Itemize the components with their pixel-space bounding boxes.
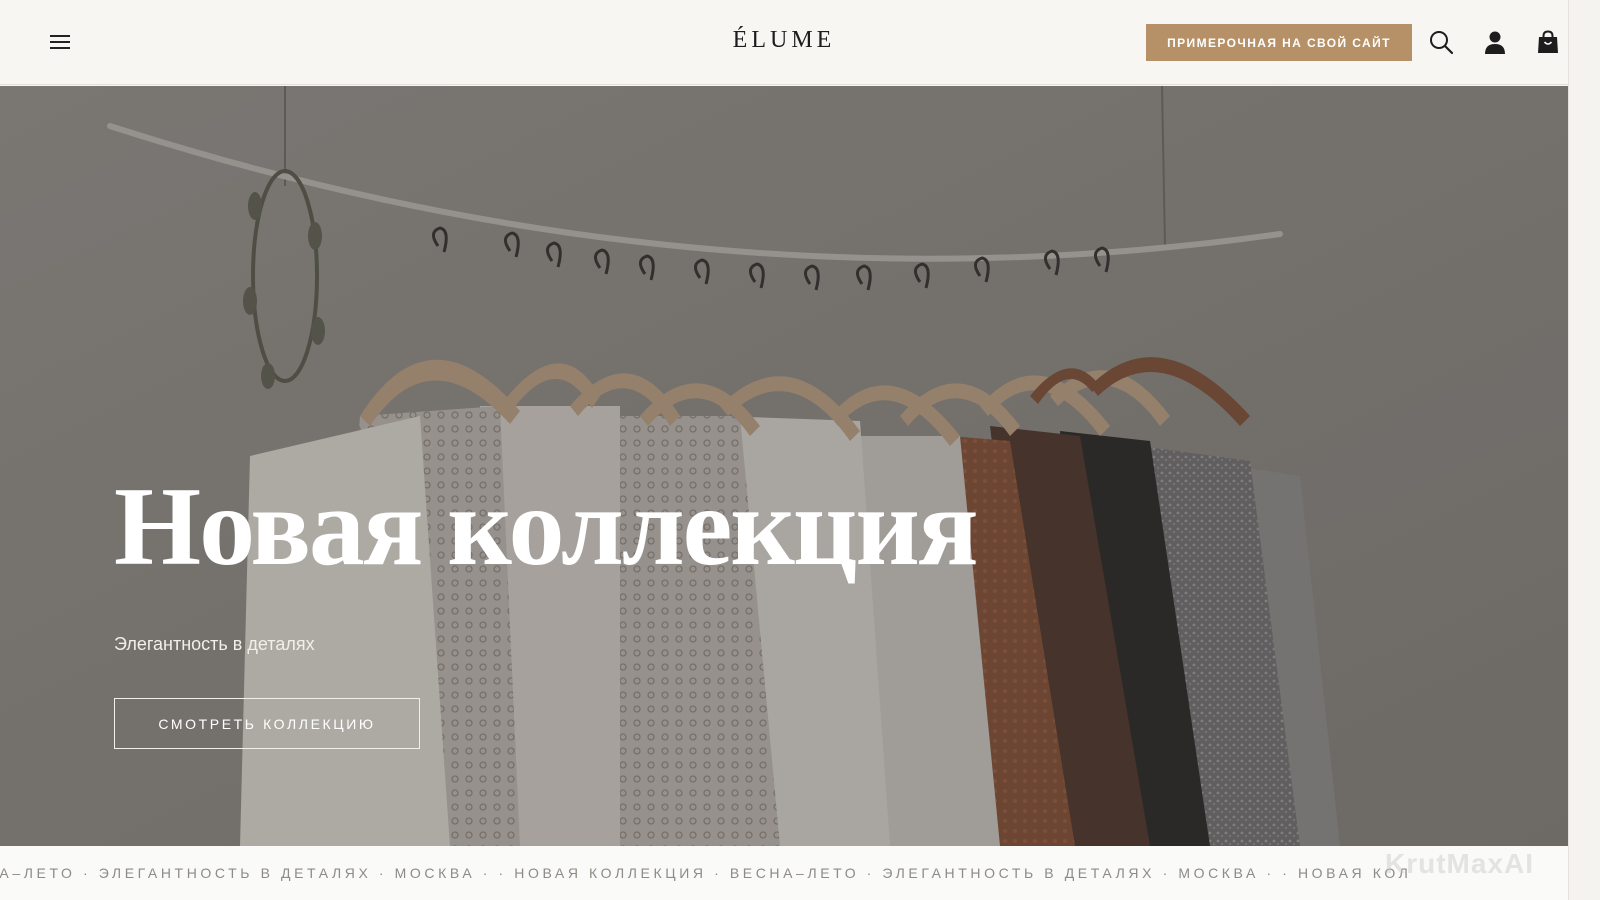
hero-subtitle: Элегантность в деталях (114, 634, 315, 654)
marquee-text: СНА–ЛЕТО · ЭЛЕГАНТНОСТЬ В ДЕТАЛЯХ · МОСК… (0, 865, 1412, 881)
bag-icon[interactable] (1535, 29, 1561, 55)
watermark: KrutMaxAI (1385, 848, 1535, 879)
scrollbar[interactable] (1568, 0, 1600, 900)
marquee-strip: СНА–ЛЕТО · ЭЛЕГАНТНОСТЬ В ДЕТАЛЯХ · МОСК… (0, 846, 1568, 900)
search-icon[interactable] (1428, 29, 1454, 55)
hero-banner: Новая коллекция Элегантность в деталях С… (0, 86, 1568, 846)
hero-title: Новая коллекция (114, 465, 979, 589)
view-collection-button[interactable]: СМОТРЕТЬ КОЛЛЕКЦИЮ (114, 698, 420, 749)
fitting-room-button[interactable]: ПРИМЕРОЧНАЯ НА СВОЙ САЙТ (1146, 24, 1412, 61)
site-header: ÉLUME ПРИМЕРОЧНАЯ НА СВОЙ САЙТ (0, 0, 1568, 85)
user-icon[interactable] (1482, 29, 1508, 55)
